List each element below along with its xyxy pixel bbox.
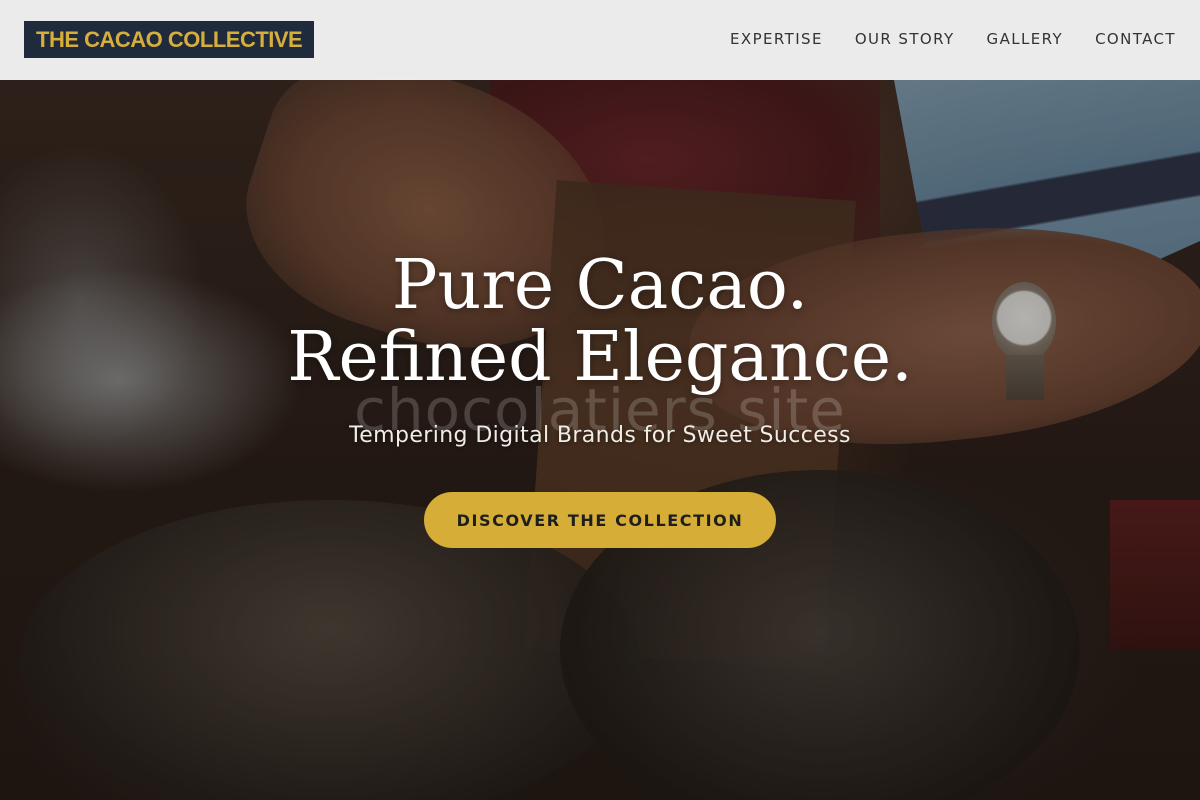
discover-collection-button[interactable]: DISCOVER THE COLLECTION	[424, 492, 776, 548]
site-logo[interactable]: THE CACAO COLLECTIVE	[24, 21, 315, 58]
nav-link-our-story[interactable]: OUR STORY	[855, 30, 955, 48]
hero-subtitle: Tempering Digital Brands for Sweet Succe…	[349, 423, 851, 448]
site-header: THE CACAO COLLECTIVE EXPERTISE OUR STORY…	[0, 0, 1200, 80]
nav-link-gallery[interactable]: GALLERY	[987, 30, 1064, 48]
hero-title: Pure Cacao. Refined Elegance.	[0, 250, 1200, 394]
page: THE CACAO COLLECTIVE EXPERTISE OUR STORY…	[0, 0, 1200, 800]
nav-link-contact[interactable]: CONTACT	[1095, 30, 1176, 48]
main-nav: EXPERTISE OUR STORY GALLERY CONTACT	[730, 30, 1176, 48]
hero-title-line-1: Pure Cacao.	[391, 246, 809, 325]
nav-link-expertise[interactable]: EXPERTISE	[730, 30, 823, 48]
hero-section: Pure Cacao. Refined Elegance. chocolatie…	[0, 0, 1200, 800]
